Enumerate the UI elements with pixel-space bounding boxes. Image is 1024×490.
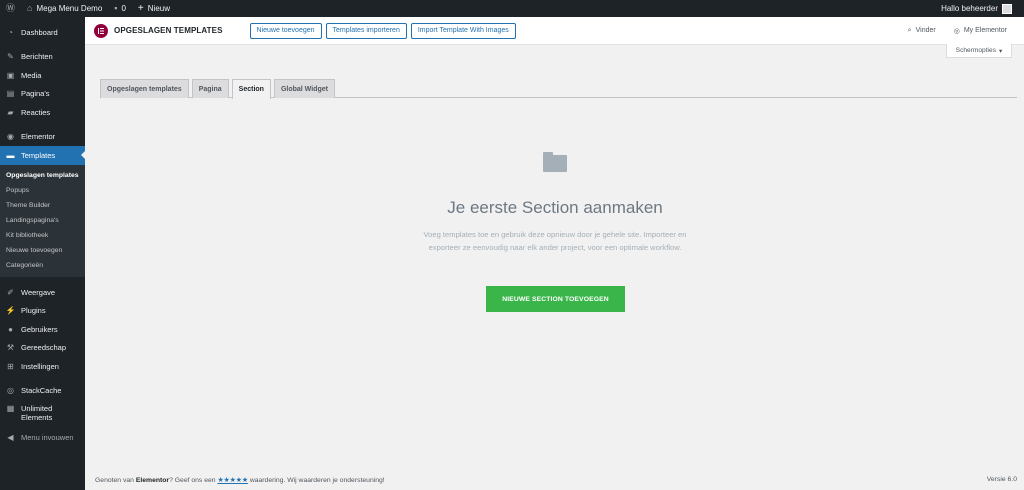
- sidebar-item-media[interactable]: ▣ Media: [0, 66, 85, 85]
- wrench-icon: ⚒: [6, 343, 15, 353]
- sidebar-item-pages[interactable]: ▤ Pagina's: [0, 85, 85, 104]
- site-name-link[interactable]: ⌂ Mega Menu Demo: [21, 0, 108, 17]
- tab-page[interactable]: Pagina: [191, 79, 229, 98]
- caret-down-icon: ▾: [999, 47, 1003, 55]
- collapse-menu-button[interactable]: ◀ Menu invouwen: [0, 428, 85, 447]
- wordpress-icon: Ⓦ: [6, 3, 16, 13]
- sidebar-item-dashboard[interactable]: ◔ Dashboard: [0, 23, 85, 42]
- comment-icon: ▰: [7, 107, 14, 117]
- sidebar-item-stackcache[interactable]: ◎ StackCache: [0, 382, 85, 401]
- media-icon: ▣: [6, 70, 15, 80]
- templates-submenu: Opgeslagen templates Popups Theme Builde…: [0, 164, 85, 278]
- wordpress-logo[interactable]: Ⓦ: [0, 0, 21, 17]
- submenu-theme-builder[interactable]: Theme Builder: [0, 198, 85, 213]
- add-new-section-button[interactable]: NIEUWE SECTION TOEVOEGEN: [486, 286, 625, 312]
- cache-icon: ◎: [7, 386, 14, 396]
- admin-sidebar: ◔ Dashboard ✎ Berichten ▣ Media ▤ Pagina…: [0, 17, 85, 490]
- empty-state-description: Voeg templates toe en gebruik deze opnie…: [423, 230, 687, 252]
- comments-link[interactable]: ▪ 0: [108, 0, 132, 17]
- finder-button[interactable]: ⌕ Vinder: [908, 27, 936, 35]
- elements-icon: ▦: [6, 404, 15, 414]
- sidebar-item-appearance[interactable]: ✐ Weergave: [0, 283, 85, 302]
- pin-icon: ✎: [7, 52, 14, 62]
- collapse-icon: ◀: [7, 432, 14, 442]
- my-elementor-button[interactable]: ◎ My Elementor: [954, 27, 1007, 35]
- add-new-button[interactable]: Nieuwe toevoegen: [249, 22, 322, 39]
- tab-section[interactable]: Section: [231, 79, 271, 99]
- brush-icon: ✐: [7, 287, 14, 297]
- elementor-icon: ◉: [7, 132, 14, 142]
- search-icon: ⌕: [907, 26, 912, 34]
- rating-stars-link[interactable]: ★★★★★: [217, 477, 247, 484]
- admin-footer: Genoten van Elementor? Geef ons een ★★★★…: [95, 476, 1017, 484]
- avatar: [1002, 3, 1012, 14]
- sidebar-item-templates[interactable]: ▬ Templates: [0, 146, 85, 165]
- dashboard-icon: ◔: [8, 27, 13, 37]
- screen-options-toggle[interactable]: Schermopties ▾: [946, 44, 1012, 58]
- sidebar-item-comments[interactable]: ▰ Reacties: [0, 103, 85, 122]
- submenu-popups[interactable]: Popups: [0, 183, 85, 198]
- tab-global-widget[interactable]: Global Widget: [273, 79, 335, 98]
- admin-bar: Ⓦ ⌂ Mega Menu Demo ▪ 0 + Nieuw Hallo beh…: [0, 0, 1024, 17]
- folder-icon: [543, 152, 567, 172]
- submenu-add-new[interactable]: Nieuwe toevoegen: [0, 243, 85, 258]
- submenu-categories[interactable]: Categorieën: [0, 258, 85, 273]
- settings-icon: ⊞: [7, 361, 14, 371]
- page-title: OPGESLAGEN TEMPLATES: [114, 26, 223, 35]
- submenu-saved-templates[interactable]: Opgeslagen templates: [0, 168, 85, 183]
- empty-state-title: Je eerste Section aanmaken: [447, 198, 663, 217]
- user-circle-icon: ◎: [953, 27, 960, 35]
- import-templates-button[interactable]: Templates importeren: [325, 22, 407, 39]
- plus-icon: +: [137, 2, 144, 14]
- elementor-logo-icon: [94, 23, 108, 38]
- sidebar-item-unlimited-elements[interactable]: ▦ Unlimited Elements: [0, 400, 85, 428]
- account-menu[interactable]: Hallo beheerder: [941, 3, 1024, 14]
- comment-bubble-icon: ▪: [114, 3, 118, 13]
- footer-thanks: Genoten van Elementor? Geef ons een ★★★★…: [95, 477, 385, 484]
- sidebar-item-plugins[interactable]: ⚡ Plugins: [0, 302, 85, 321]
- plugin-icon: ⚡: [5, 306, 16, 316]
- sidebar-item-posts[interactable]: ✎ Berichten: [0, 48, 85, 67]
- sidebar-item-elementor[interactable]: ◉ Elementor: [0, 128, 85, 147]
- users-icon: ●: [8, 324, 13, 334]
- sidebar-item-settings[interactable]: ⊞ Instellingen: [0, 357, 85, 376]
- new-content-link[interactable]: + Nieuw: [132, 0, 176, 17]
- sidebar-item-users[interactable]: ● Gebruikers: [0, 320, 85, 339]
- page-icon: ▤: [6, 89, 15, 99]
- import-with-images-button[interactable]: Import Template With Images: [410, 22, 516, 39]
- sidebar-item-tools[interactable]: ⚒ Gereedschap: [0, 339, 85, 358]
- elementor-header: OPGESLAGEN TEMPLATES Nieuwe toevoegen Te…: [85, 17, 1024, 45]
- folder-icon: ▬: [6, 150, 15, 160]
- template-type-tabs: Opgeslagen templates Pagina Section Glob…: [100, 79, 335, 99]
- submenu-landing-pages[interactable]: Landingspagina's: [0, 213, 85, 228]
- version-label: Versie 6.0: [986, 476, 1017, 483]
- tab-saved-templates[interactable]: Opgeslagen templates: [100, 79, 189, 98]
- home-icon: ⌂: [27, 3, 33, 13]
- submenu-kit-library[interactable]: Kit bibliotheek: [0, 228, 85, 243]
